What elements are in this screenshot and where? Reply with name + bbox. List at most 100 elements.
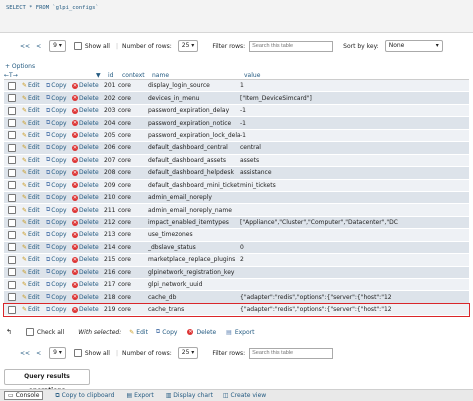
row-checkbox[interactable] bbox=[8, 230, 16, 239]
copy-action[interactable]: ⧉ Copy bbox=[46, 281, 70, 289]
check-all-checkbox[interactable] bbox=[25, 328, 34, 336]
copy-action[interactable]: ⧉ Copy bbox=[46, 293, 70, 301]
row-checkbox[interactable] bbox=[8, 106, 16, 115]
delete-action[interactable]: ✕ Delete bbox=[72, 144, 104, 151]
delete-action[interactable]: ✕ Delete bbox=[72, 95, 104, 102]
copy-action[interactable]: ⧉ Copy bbox=[46, 107, 70, 115]
filter-input[interactable] bbox=[249, 40, 334, 52]
copy-action[interactable]: ⧉ Copy bbox=[46, 219, 70, 227]
column-id[interactable]: id bbox=[108, 72, 122, 79]
row-checkbox[interactable] bbox=[8, 181, 16, 190]
sort-icon[interactable]: ▼ bbox=[96, 72, 108, 79]
row-checkbox[interactable] bbox=[8, 193, 16, 202]
edit-action[interactable]: ✎ Edit bbox=[22, 194, 44, 201]
copy-action[interactable]: ⧉ Copy bbox=[46, 94, 70, 102]
copy-action[interactable]: ⧉ Copy bbox=[46, 243, 70, 251]
row-checkbox[interactable] bbox=[8, 119, 16, 128]
delete-action[interactable]: ✕ Delete bbox=[72, 281, 104, 288]
bulk-edit-button[interactable]: Edit bbox=[136, 329, 148, 336]
edit-action[interactable]: ✎ Edit bbox=[22, 269, 44, 276]
row-checkbox[interactable] bbox=[8, 131, 16, 140]
row-checkbox[interactable] bbox=[8, 268, 16, 277]
prev-page-link[interactable]: < bbox=[36, 43, 41, 50]
row-checkbox[interactable] bbox=[8, 156, 16, 165]
row-checkbox[interactable] bbox=[8, 143, 16, 152]
create-view-button[interactable]: ◫ Create view bbox=[223, 392, 266, 399]
edit-action[interactable]: ✎ Edit bbox=[22, 207, 44, 214]
row-checkbox[interactable] bbox=[8, 168, 16, 177]
edit-action[interactable]: ✎ Edit bbox=[22, 82, 44, 89]
rows-select-bottom[interactable]: 25 ▾ bbox=[177, 347, 199, 359]
row-checkbox[interactable] bbox=[8, 218, 16, 227]
first-page-link[interactable]: << bbox=[20, 43, 30, 50]
delete-action[interactable]: ✕ Delete bbox=[72, 169, 104, 176]
edit-action[interactable]: ✎ Edit bbox=[22, 169, 44, 176]
row-checkbox[interactable] bbox=[8, 280, 16, 289]
column-value[interactable]: value bbox=[244, 72, 260, 79]
edit-action[interactable]: ✎ Edit bbox=[22, 157, 44, 164]
copy-action[interactable]: ⧉ Copy bbox=[46, 82, 70, 90]
delete-action[interactable]: ✕ Delete bbox=[72, 157, 104, 164]
row-checkbox[interactable] bbox=[8, 293, 16, 302]
show-all-checkbox-bottom[interactable] bbox=[73, 349, 82, 357]
edit-action[interactable]: ✎ Edit bbox=[22, 182, 44, 189]
display-chart-button[interactable]: ▥ Display chart bbox=[166, 392, 213, 399]
delete-action[interactable]: ✕ Delete bbox=[72, 219, 104, 226]
delete-action[interactable]: ✕ Delete bbox=[72, 207, 104, 214]
console-tab[interactable]: ▭ Console bbox=[4, 391, 44, 400]
row-checkbox[interactable] bbox=[8, 81, 16, 90]
show-all-checkbox[interactable] bbox=[73, 42, 82, 50]
copy-action[interactable]: ⧉ Copy bbox=[46, 131, 70, 139]
export-button[interactable]: ▤ Export bbox=[126, 392, 153, 399]
row-checkbox[interactable] bbox=[8, 243, 16, 252]
copy-action[interactable]: ⧉ Copy bbox=[46, 206, 70, 214]
edit-action[interactable]: ✎ Edit bbox=[22, 281, 44, 288]
delete-action[interactable]: ✕ Delete bbox=[72, 269, 104, 276]
delete-action[interactable]: ✕ Delete bbox=[72, 244, 104, 251]
edit-action[interactable]: ✎ Edit bbox=[22, 294, 44, 301]
edit-action[interactable]: ✎ Edit bbox=[22, 219, 44, 226]
row-checkbox[interactable] bbox=[8, 305, 16, 314]
delete-action[interactable]: ✕ Delete bbox=[72, 182, 104, 189]
copy-action[interactable]: ⧉ Copy bbox=[46, 256, 70, 264]
delete-action[interactable]: ✕ Delete bbox=[72, 120, 104, 127]
edit-action[interactable]: ✎ Edit bbox=[22, 144, 44, 151]
bulk-delete-button[interactable]: Delete bbox=[196, 329, 216, 336]
edit-action[interactable]: ✎ Edit bbox=[22, 95, 44, 102]
delete-action[interactable]: ✕ Delete bbox=[72, 132, 104, 139]
copy-action[interactable]: ⧉ Copy bbox=[46, 268, 70, 276]
delete-action[interactable]: ✕ Delete bbox=[72, 107, 104, 114]
edit-action[interactable]: ✎ Edit bbox=[22, 132, 44, 139]
delete-action[interactable]: ✕ Delete bbox=[72, 294, 104, 301]
copy-action[interactable]: ⧉ Copy bbox=[46, 306, 70, 314]
edit-action[interactable]: ✎ Edit bbox=[22, 107, 44, 114]
copy-action[interactable]: ⧉ Copy bbox=[46, 156, 70, 164]
copy-action[interactable]: ⧉ Copy bbox=[46, 231, 70, 239]
edit-action[interactable]: ✎ Edit bbox=[22, 120, 44, 127]
delete-action[interactable]: ✕ Delete bbox=[72, 306, 104, 313]
sql-query-box[interactable]: SELECT * FROM `glpi_configs` bbox=[0, 0, 473, 33]
rows-select[interactable]: 25 ▾ bbox=[177, 40, 199, 52]
first-page-link-bottom[interactable]: << bbox=[20, 350, 30, 357]
copy-to-clipboard-button[interactable]: ⧉ Copy to clipboard bbox=[55, 392, 114, 400]
row-checkbox[interactable] bbox=[8, 206, 16, 215]
edit-action[interactable]: ✎ Edit bbox=[22, 231, 44, 238]
edit-action[interactable]: ✎ Edit bbox=[22, 306, 44, 313]
copy-action[interactable]: ⧉ Copy bbox=[46, 169, 70, 177]
page-select-bottom[interactable]: 9 ▾ bbox=[49, 347, 66, 359]
page-select[interactable]: 9 ▾ bbox=[49, 40, 66, 52]
column-context[interactable]: context bbox=[122, 72, 152, 79]
copy-action[interactable]: ⧉ Copy bbox=[46, 194, 70, 202]
row-checkbox[interactable] bbox=[8, 255, 16, 264]
delete-action[interactable]: ✕ Delete bbox=[72, 82, 104, 89]
copy-action[interactable]: ⧉ Copy bbox=[46, 181, 70, 189]
filter-input-bottom[interactable] bbox=[249, 347, 334, 359]
options-link[interactable]: + Options bbox=[5, 63, 35, 70]
bulk-export-button[interactable]: Export bbox=[235, 329, 255, 336]
delete-action[interactable]: ✕ Delete bbox=[72, 231, 104, 238]
edit-action[interactable]: ✎ Edit bbox=[22, 244, 44, 251]
row-checkbox[interactable] bbox=[8, 94, 16, 103]
copy-action[interactable]: ⧉ Copy bbox=[46, 144, 70, 152]
edit-action[interactable]: ✎ Edit bbox=[22, 256, 44, 263]
column-arrows[interactable]: ←T→ bbox=[4, 72, 96, 79]
